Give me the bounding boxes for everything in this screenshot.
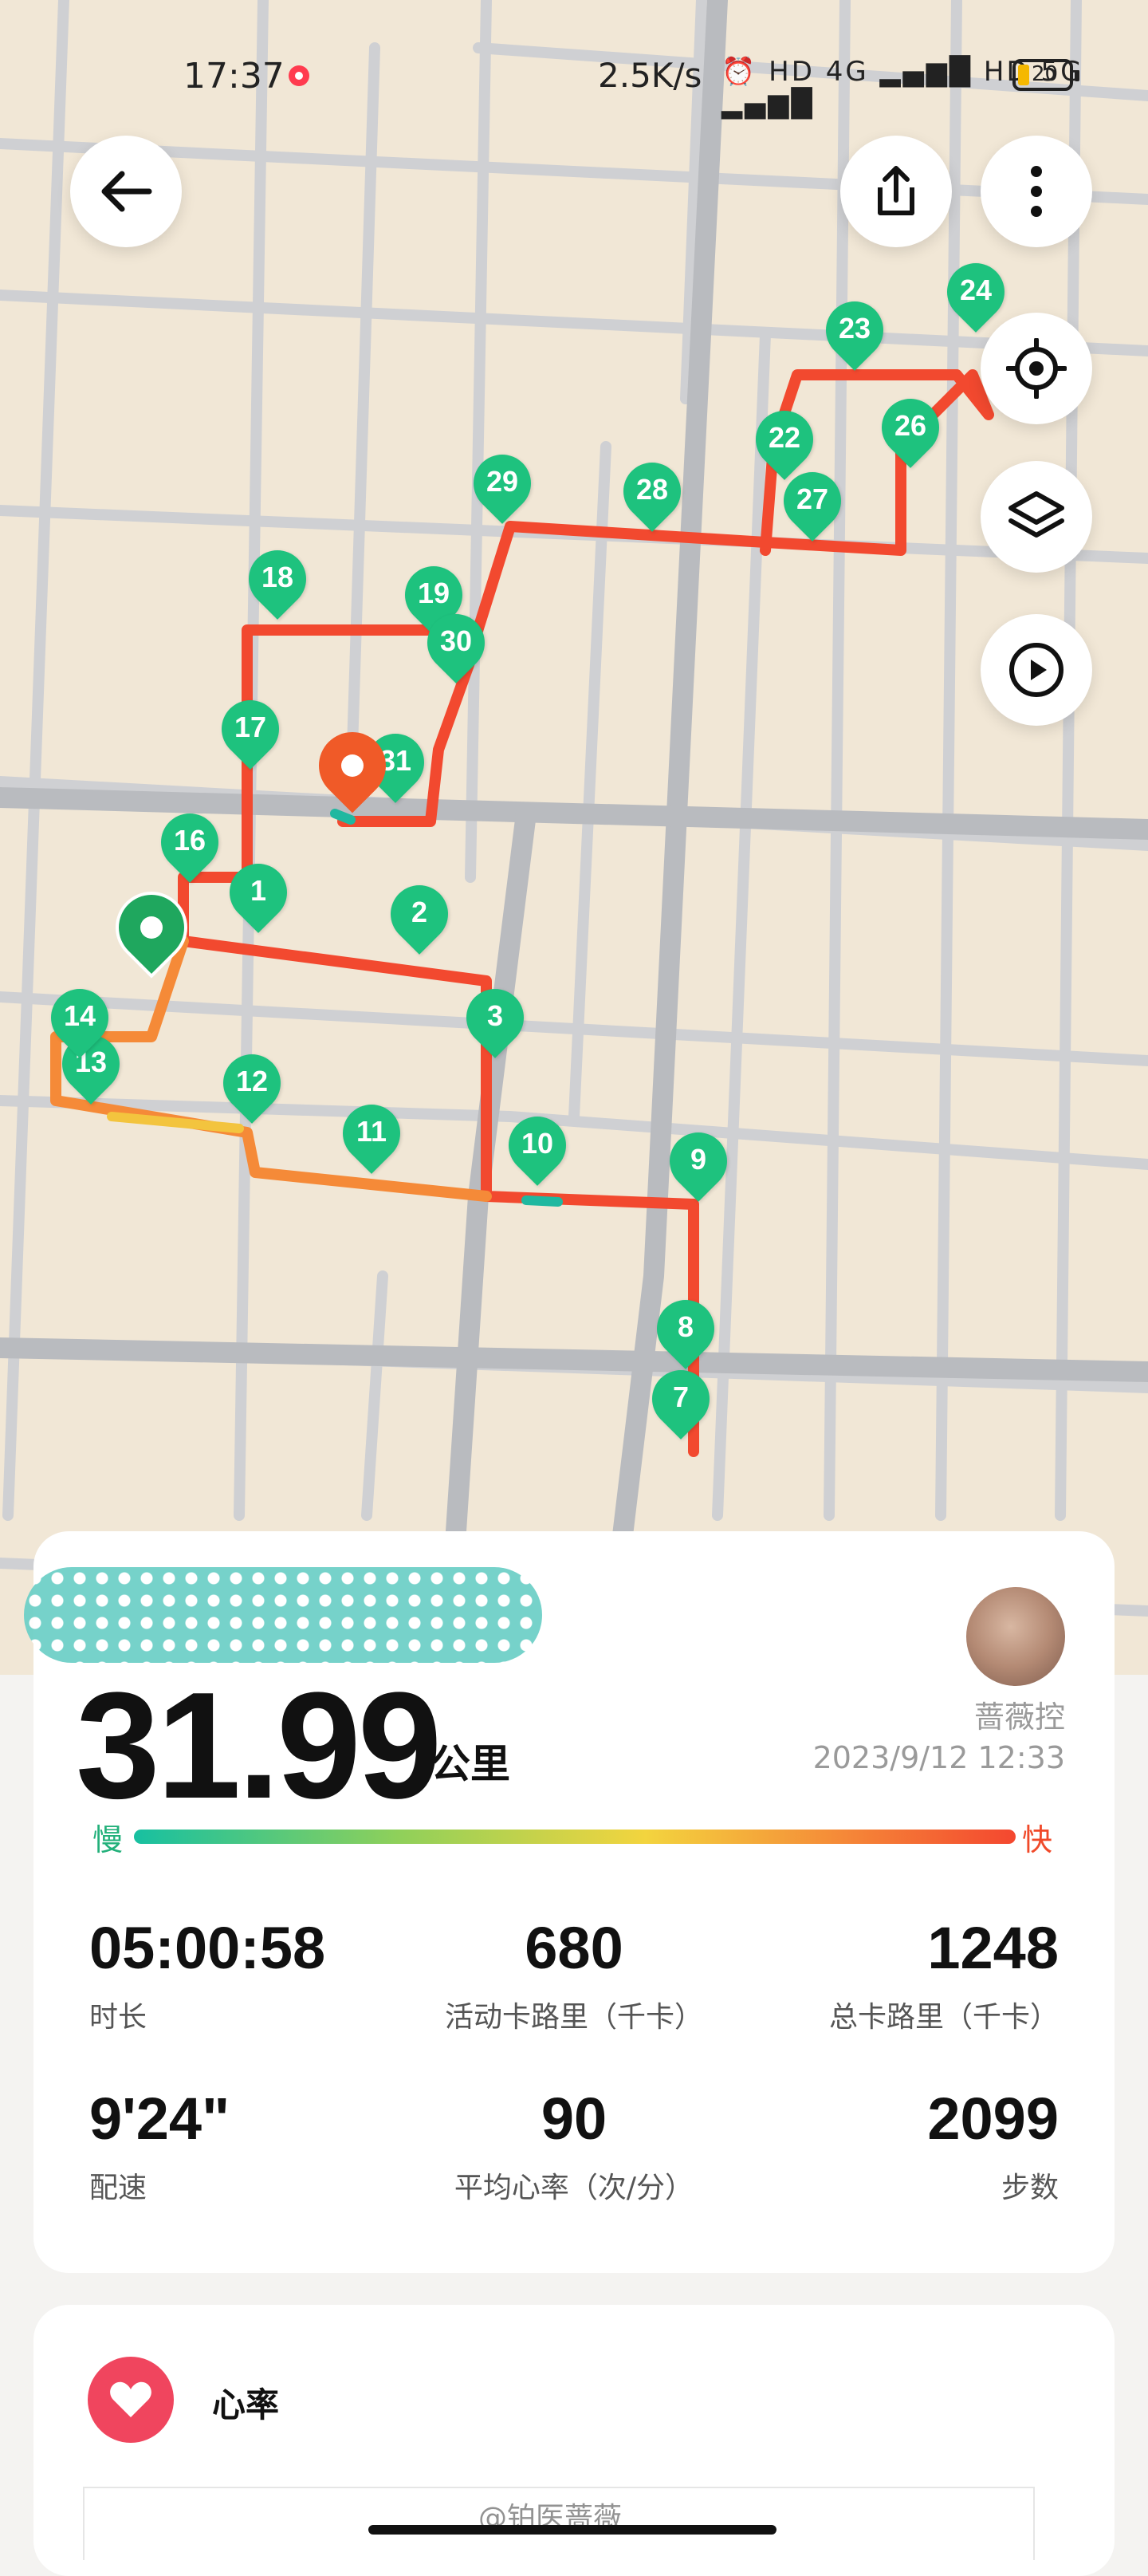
avatar[interactable] — [966, 1587, 1065, 1686]
more-vertical-icon — [1031, 166, 1042, 217]
pace-label: 配速 — [89, 2172, 147, 2204]
duration-label: 时长 — [89, 2001, 147, 2034]
layers-icon — [1008, 491, 1064, 538]
recording-icon — [289, 65, 309, 86]
signal-icons: ⏰ HD 4G ▂▄▆█ HD 5G ▂▄▆█ — [721, 56, 1084, 120]
duration-value: 05:00:58 — [89, 1915, 326, 1981]
km-marker-22[interactable]: 22 — [744, 399, 825, 480]
route-map[interactable]: 1 2 3 7 8 9 10 11 12 13 14 16 17 18 19 2… — [0, 0, 1148, 1675]
km-marker-23[interactable]: 23 — [814, 290, 895, 371]
active-calories-value: 680 — [525, 1915, 623, 1981]
km-marker-26[interactable]: 26 — [870, 387, 951, 468]
km-marker-27[interactable]: 27 — [772, 460, 853, 542]
km-marker-28[interactable]: 28 — [611, 451, 693, 532]
km-marker-7[interactable]: 7 — [640, 1358, 721, 1440]
back-button[interactable] — [70, 136, 182, 247]
km-marker-1[interactable]: 1 — [218, 852, 299, 933]
km-marker-9[interactable]: 9 — [658, 1121, 739, 1202]
play-icon — [1009, 643, 1063, 697]
km-marker-12[interactable]: 12 — [211, 1042, 293, 1124]
more-button[interactable] — [981, 136, 1092, 247]
status-time: 17:37 — [183, 56, 285, 97]
km-marker-16[interactable]: 16 — [149, 802, 230, 883]
active-calories-label: 活动卡路里（千卡） — [444, 2001, 703, 2034]
avg-heart-rate-label: 平均心率（次/分） — [454, 2172, 694, 2204]
heart-rate-title: 心率 — [212, 2385, 280, 2424]
locate-button[interactable] — [981, 313, 1092, 424]
km-marker-30[interactable]: 30 — [415, 602, 497, 683]
km-marker-29[interactable]: 29 — [462, 443, 543, 524]
end-location-pin[interactable] — [305, 718, 400, 813]
km-marker-2[interactable]: 2 — [379, 873, 460, 955]
layers-button[interactable] — [981, 461, 1092, 573]
km-marker-10[interactable]: 10 — [497, 1105, 578, 1186]
distance-unit: 公里 — [431, 1741, 510, 1787]
pace-value: 9'24" — [89, 2086, 230, 2152]
redacted-title — [24, 1567, 542, 1663]
user-name: 蔷薇控 — [973, 1700, 1065, 1735]
steps-value: 2099 — [927, 2086, 1059, 2152]
battery-level: 20 — [1032, 62, 1059, 86]
km-marker-3[interactable]: 3 — [454, 977, 536, 1058]
steps-label: 步数 — [1001, 2172, 1059, 2204]
km-marker-18[interactable]: 18 — [237, 538, 318, 620]
start-location-pin[interactable] — [100, 876, 202, 979]
avg-heart-rate-value: 90 — [541, 2086, 607, 2152]
total-calories-value: 1248 — [927, 1915, 1059, 1981]
km-marker-14[interactable]: 14 — [39, 977, 120, 1058]
km-marker-11[interactable]: 11 — [331, 1093, 412, 1174]
share-button[interactable] — [840, 136, 952, 247]
home-indicator[interactable] — [368, 2525, 776, 2535]
status-bar: 17:37 2.5K/s ⏰ HD 4G ▂▄▆█ HD 5G ▂▄▆█ 20 — [0, 0, 1148, 152]
pace-slow-label: 慢 — [92, 1822, 124, 1857]
share-icon — [878, 166, 914, 215]
total-calories-label: 总卡路里（千卡） — [828, 2001, 1059, 2034]
playback-button[interactable] — [981, 614, 1092, 726]
km-marker-8[interactable]: 8 — [645, 1288, 726, 1369]
pace-gradient-bar — [134, 1830, 1016, 1844]
pace-fast-label: 快 — [1022, 1822, 1053, 1857]
km-marker-17[interactable]: 17 — [210, 688, 291, 770]
target-icon — [1006, 338, 1067, 399]
distance-value: 31.99 — [76, 1661, 442, 1830]
record-date: 2023/9/12 12:33 — [812, 1740, 1065, 1775]
battery-icon: 20 — [1012, 59, 1079, 91]
km-marker-24[interactable]: 24 — [935, 251, 1016, 333]
network-speed: 2.5K/s — [598, 56, 702, 95]
heart-icon — [88, 2357, 174, 2443]
arrow-left-icon — [101, 171, 152, 212]
